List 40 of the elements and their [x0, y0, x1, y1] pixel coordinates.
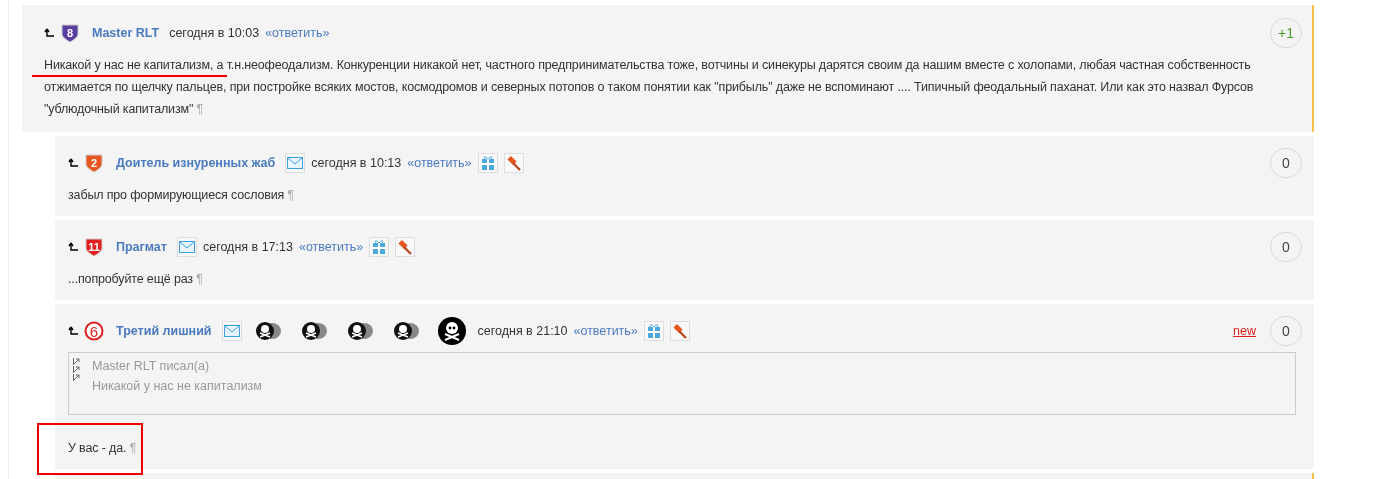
gift-icon[interactable] [369, 237, 390, 257]
gift-icon[interactable] [643, 321, 664, 341]
comment-time: сегодня в 21:10 [477, 324, 568, 338]
comment-text: забыл про формирующиеся сословия ¶ [68, 187, 296, 204]
author-link[interactable]: Master RLT [92, 26, 160, 40]
pilcrow-link[interactable]: ¶ [196, 102, 204, 116]
rank-badge: 2 [84, 153, 104, 173]
new-link[interactable]: new [1233, 324, 1256, 338]
pilcrow-link[interactable]: ¶ [196, 272, 203, 286]
reply-link[interactable]: «ответить» [298, 240, 364, 254]
author-link[interactable]: Доитель изнуренных жаб [116, 156, 276, 170]
pilcrow-link[interactable]: ¶ [287, 188, 295, 202]
comment-time: сегодня в 17:13 [202, 240, 293, 254]
hammer-icon[interactable] [669, 321, 690, 341]
author-link[interactable]: Третий лишний [116, 324, 212, 338]
author-link[interactable]: Прагмат [116, 240, 167, 254]
reply-arrow-icon[interactable] [68, 242, 78, 252]
gift-icon[interactable] [477, 153, 498, 173]
reply-arrow-icon[interactable] [44, 28, 54, 38]
reply-arrow-icon[interactable] [68, 158, 78, 168]
mail-icon[interactable] [221, 321, 242, 341]
mail-icon[interactable] [285, 153, 306, 173]
reply-link[interactable]: «ответить» [407, 156, 472, 170]
rank-badge: 6 [84, 321, 104, 341]
comment-time: сегодня в 10:03 [169, 26, 260, 40]
reply-arrow-icon[interactable] [68, 326, 78, 336]
quote-line: Master RLT писал(а) [92, 358, 211, 375]
comment-text: Никакой у нас не капитализм, а т.н.неофеодализм. Конкуренции никакой нет, частного предпринимательства тоже, вотчины и синекуры дарятся своим да нашим вместе с холопами, любая частная собственность отжимается по щелчку пальцев, при постройке всяких мостов, космодромов и северных потопов о таком понятии как "прибыль" даже не вспоминают .... Типичный феодальный паханат. Или как это назвал Фурсов "ублюдочный капитализм" ¶ [44, 57, 1255, 118]
reply-link[interactable]: «ответить» [573, 324, 638, 338]
mail-icon[interactable] [176, 237, 197, 257]
comment-text: ...попробуйте ещё раз ¶ [68, 271, 204, 288]
hammer-icon[interactable] [395, 237, 416, 257]
comment-text: У вас - да. ¶ [68, 440, 138, 457]
comment-time: сегодня в 10:13 [311, 156, 402, 170]
reply-link[interactable]: «ответить» [265, 26, 330, 40]
quote-line: Никакой у нас не капитализм [92, 378, 262, 395]
hammer-icon[interactable] [503, 153, 524, 173]
rank-badge: 11 [84, 237, 104, 257]
pilcrow-link[interactable]: ¶ [129, 441, 137, 455]
rank-badge: 8 [60, 23, 80, 43]
